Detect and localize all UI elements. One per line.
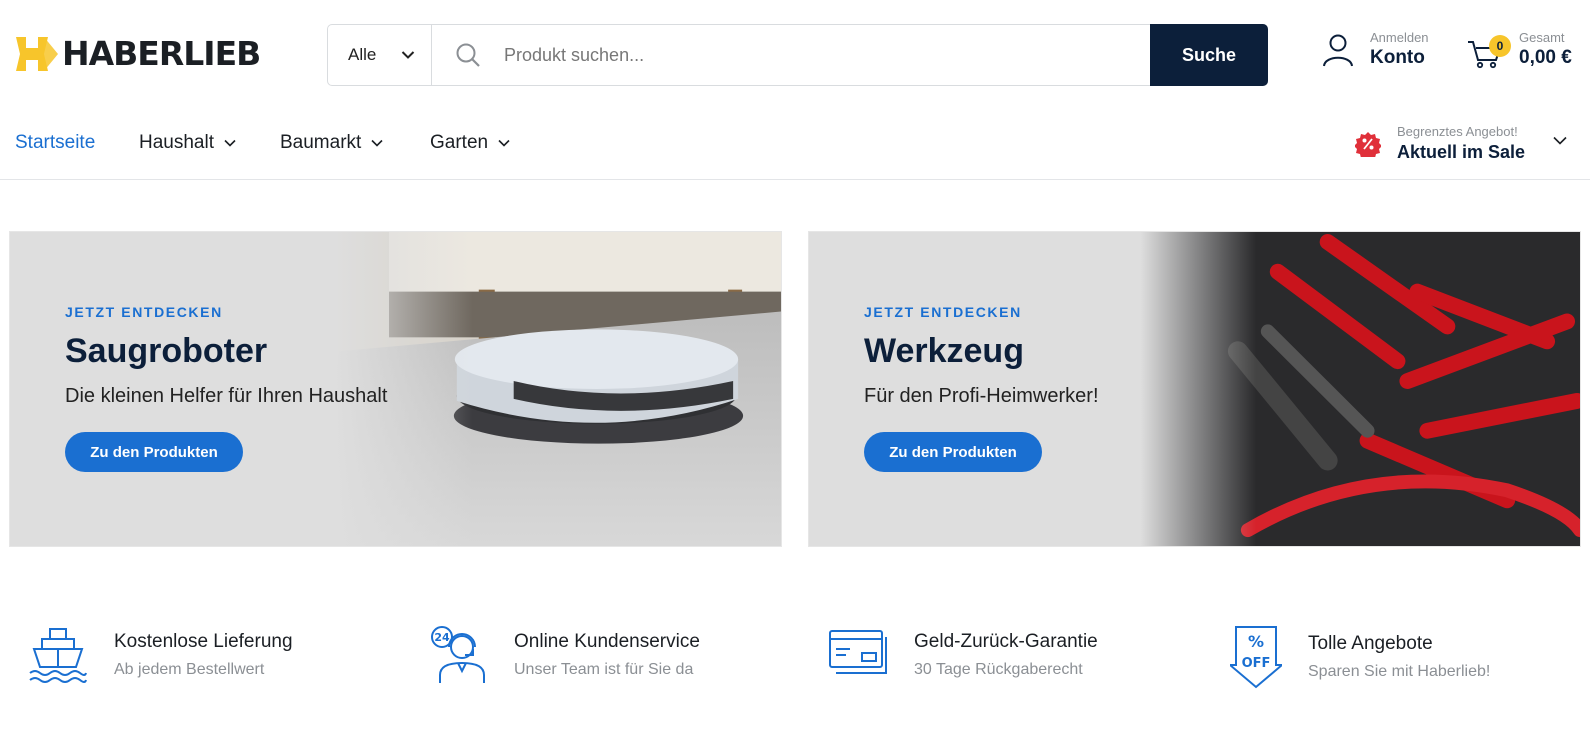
banner-eyebrow: JETZT ENTDECKEN bbox=[864, 304, 1022, 320]
banner-title: Werkzeug bbox=[864, 332, 1024, 370]
chevron-down-icon bbox=[224, 139, 236, 147]
search-icon bbox=[432, 25, 504, 85]
svg-text:OFF: OFF bbox=[1242, 656, 1271, 671]
nav-item-label: Startseite bbox=[15, 132, 96, 153]
cart-total: 0,00 € bbox=[1519, 47, 1572, 68]
feature-subtitle: Sparen Sie mit Haberlieb! bbox=[1308, 663, 1491, 680]
feature-strip: Kostenlose Lieferung Ab jedem Bestellwer… bbox=[0, 625, 1590, 705]
site-header: HABERLIEB Alle Suche Anmelden Konto bbox=[0, 0, 1590, 108]
feature-item: Geld-Zurück-Garantie 30 Tage Rückgaberec… bbox=[828, 625, 1098, 685]
nav-item-startseite[interactable]: Startseite bbox=[15, 132, 95, 154]
chevron-down-icon[interactable] bbox=[1553, 136, 1567, 145]
banner-content: JETZT ENTDECKEN Saugroboter Die kleinen … bbox=[65, 304, 387, 472]
category-select[interactable]: Alle bbox=[328, 25, 432, 85]
feature-title: Geld-Zurück-Garantie bbox=[914, 631, 1098, 652]
svg-text:%: % bbox=[1248, 632, 1264, 651]
headset-24-icon: 24 bbox=[431, 626, 485, 683]
chevron-down-icon bbox=[371, 139, 383, 147]
search-input[interactable] bbox=[504, 25, 1150, 85]
banner-subtitle: Für den Profi-Heimwerker! bbox=[864, 385, 1099, 407]
svg-text:24: 24 bbox=[434, 631, 450, 644]
user-icon bbox=[1323, 34, 1353, 67]
logo-text: HABERLIEB bbox=[62, 34, 261, 73]
banner-cta-button[interactable]: Zu den Produkten bbox=[65, 432, 243, 472]
banner-eyebrow: JETZT ENTDECKEN bbox=[65, 304, 223, 320]
cart-count-badge: 0 bbox=[1489, 35, 1511, 57]
banner-cta-button[interactable]: Zu den Produkten bbox=[864, 432, 1042, 472]
sale-small-label: Begrenztes Angebot! bbox=[1397, 124, 1518, 139]
chevron-down-icon bbox=[401, 51, 415, 59]
feature-item: % OFF Tolle Angebote Sparen Sie mit Habe… bbox=[1230, 625, 1490, 689]
nav-item-baumarkt[interactable]: Baumarkt bbox=[280, 132, 383, 154]
feature-item: Kostenlose Lieferung Ab jedem Bestellwer… bbox=[28, 625, 293, 685]
nav-item-haushalt[interactable]: Haushalt bbox=[139, 132, 236, 154]
sale-label: Aktuell im Sale bbox=[1397, 142, 1526, 162]
nav-item-label: Haushalt bbox=[139, 132, 214, 153]
logo-mark-icon bbox=[16, 37, 58, 71]
account-link[interactable]: Anmelden Konto bbox=[1322, 30, 1429, 70]
credit-card-icon bbox=[829, 630, 887, 674]
category-select-value: Alle bbox=[348, 45, 377, 64]
nav-item-garten[interactable]: Garten bbox=[430, 132, 510, 154]
feature-subtitle: Unser Team ist für Sie da bbox=[514, 661, 694, 678]
nav-item-label: Baumarkt bbox=[280, 132, 362, 153]
banner-title: Saugroboter bbox=[65, 332, 268, 370]
banner-werkzeug[interactable]: JETZT ENTDECKEN Werkzeug Für den Profi-H… bbox=[808, 231, 1581, 547]
account-small-label: Anmelden bbox=[1370, 30, 1429, 45]
feature-title: Tolle Angebote bbox=[1308, 633, 1433, 654]
percent-badge-icon bbox=[1355, 132, 1381, 157]
feature-title: Online Kundenservice bbox=[514, 631, 700, 652]
feature-item: 24 Online Kundenservice Unser Team ist f… bbox=[428, 625, 700, 685]
search-bar: Alle Suche bbox=[327, 24, 1268, 86]
nav-item-label: Garten bbox=[430, 132, 489, 153]
account-label: Konto bbox=[1370, 47, 1425, 68]
cart-small-label: Gesamt bbox=[1519, 30, 1565, 45]
logo[interactable]: HABERLIEB bbox=[14, 34, 261, 74]
ship-icon bbox=[29, 628, 87, 683]
cart-link[interactable]: 0 Gesamt 0,00 € bbox=[1467, 30, 1572, 70]
banner-saugroboter[interactable]: JETZT ENTDECKEN Saugroboter Die kleinen … bbox=[9, 231, 782, 547]
feature-title: Kostenlose Lieferung bbox=[114, 631, 293, 652]
feature-subtitle: Ab jedem Bestellwert bbox=[114, 661, 265, 678]
main-nav: Startseite Haushalt Baumarkt Garten Begr… bbox=[0, 108, 1590, 180]
feature-subtitle: 30 Tage Rückgaberecht bbox=[914, 661, 1083, 678]
banner-content: JETZT ENTDECKEN Werkzeug Für den Profi-H… bbox=[864, 304, 1099, 472]
search-button[interactable]: Suche bbox=[1150, 24, 1268, 86]
sale-link[interactable]: Begrenztes Angebot! Aktuell im Sale bbox=[1355, 124, 1525, 164]
chevron-down-icon bbox=[498, 139, 510, 147]
banner-subtitle: Die kleinen Helfer für Ihren Haushalt bbox=[65, 385, 388, 407]
percent-off-tag-icon: % OFF bbox=[1230, 626, 1282, 689]
